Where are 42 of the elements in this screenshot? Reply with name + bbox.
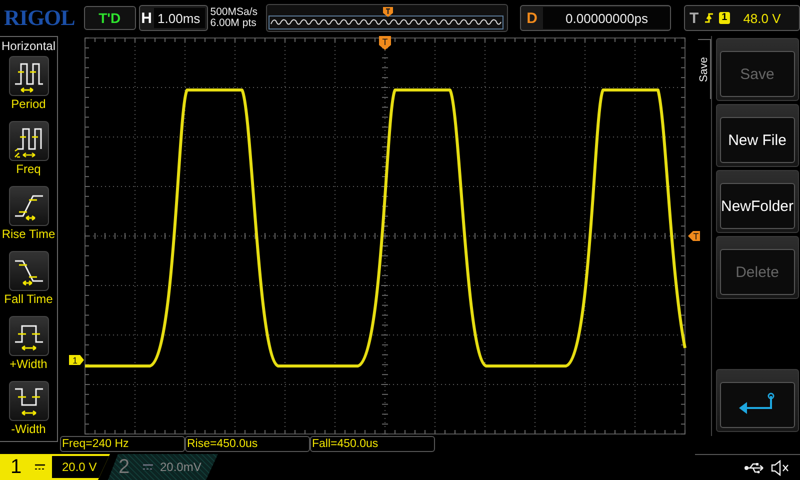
menu-title: Horizontal	[1, 38, 56, 55]
timebase-label: H	[140, 10, 153, 26]
trigger-source: 1	[718, 12, 730, 24]
button-label: Fall Time	[4, 292, 53, 306]
usb-icon	[744, 462, 766, 474]
measurement-readout: Fall=450.0us	[310, 436, 435, 452]
menu-button[interactable]: NewFolder	[716, 170, 799, 233]
trigger-level: 48.0 V	[743, 10, 781, 26]
measure-button[interactable]	[8, 381, 48, 421]
run-status: T'D	[84, 6, 136, 30]
measurement-readout: Freq=240 Hz	[60, 436, 185, 452]
menu-button[interactable]: New File	[716, 104, 799, 167]
brand-logo: RIGOL	[4, 5, 76, 31]
dc-coupling-icon	[142, 463, 154, 471]
channel-tab[interactable]: 1 20.0 V	[0, 454, 110, 480]
button-label: Freq	[16, 162, 41, 176]
memory-depth: 6.00M pts	[210, 18, 258, 29]
measure-button[interactable]	[8, 121, 48, 161]
menu-title: Save	[698, 56, 710, 82]
delay-value: 0.00000000ps	[543, 7, 670, 29]
channel-tab[interactable]: 2 20.0mV	[108, 454, 218, 480]
timebase-value: 1.00ms	[154, 8, 206, 28]
delay-label: D	[526, 10, 538, 26]
trigger-position-marker[interactable]: T	[379, 36, 391, 50]
sample-rate: 500MSa/s	[210, 7, 259, 18]
mute-icon	[770, 460, 790, 476]
measure-button[interactable]	[8, 251, 48, 291]
measure-button[interactable]	[8, 56, 48, 96]
button-label: -Width	[11, 422, 46, 436]
measurement-readout: Rise=450.0us	[185, 436, 310, 452]
measure-button[interactable]	[8, 186, 48, 226]
button-label: Rise Time	[2, 227, 56, 241]
rising-edge-icon	[704, 11, 714, 25]
trigger-pointer-icon	[383, 7, 394, 17]
trigger-label: T	[689, 10, 699, 26]
trigger-level-marker[interactable]: T	[688, 231, 700, 242]
channel-marker[interactable]: 1	[69, 355, 84, 366]
dc-coupling-icon	[34, 463, 46, 471]
button-label: +Width	[10, 357, 48, 371]
measure-button[interactable]	[8, 316, 48, 356]
button-label: Period	[11, 97, 46, 111]
back-button[interactable]	[716, 369, 799, 432]
